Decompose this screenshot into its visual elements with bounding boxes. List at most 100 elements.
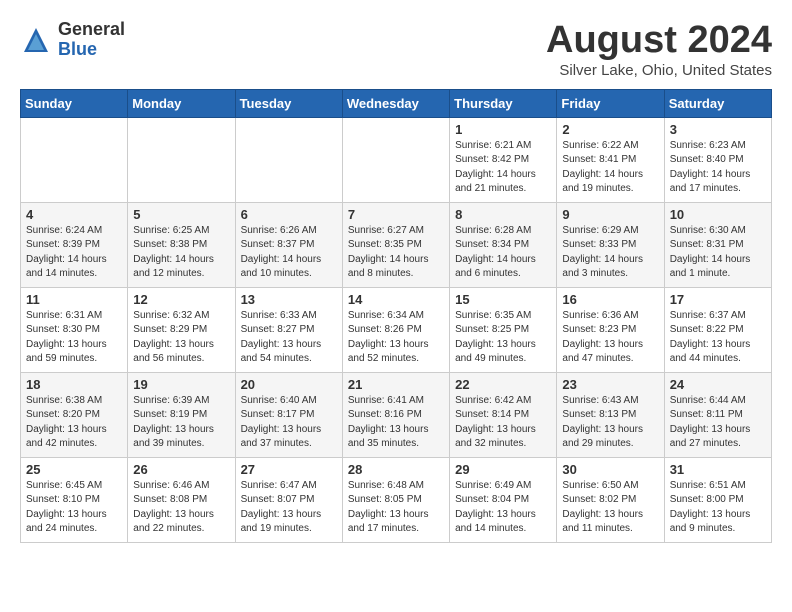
day-info: Sunrise: 6:23 AMSunset: 8:40 PMDaylight:… [670, 139, 766, 197]
day-info: Sunrise: 6:42 AMSunset: 8:14 PMDaylight:… [455, 394, 551, 452]
day-info: Sunrise: 6:49 AMSunset: 8:04 PMDaylight:… [455, 479, 551, 537]
day-number: 1 [455, 122, 551, 137]
day-info: Sunrise: 6:47 AMSunset: 8:07 PMDaylight:… [241, 479, 337, 537]
day-number: 9 [562, 207, 658, 222]
day-info: Sunrise: 6:38 AMSunset: 8:20 PMDaylight:… [26, 394, 122, 452]
calendar-cell: 17Sunrise: 6:37 AMSunset: 8:22 PMDayligh… [664, 287, 771, 372]
day-number: 26 [133, 462, 229, 477]
logo-blue: Blue [58, 40, 125, 60]
calendar-cell: 20Sunrise: 6:40 AMSunset: 8:17 PMDayligh… [235, 372, 342, 457]
calendar-week-row: 1 Sunrise: 6:21 AMSunset: 8:42 PMDaylight… [21, 117, 772, 202]
calendar-cell: 24Sunrise: 6:44 AMSunset: 8:11 PMDayligh… [664, 372, 771, 457]
weekday-header: Monday [128, 89, 235, 117]
calendar-cell: 5 Sunrise: 6:25 AMSunset: 8:38 PMDaylight… [128, 202, 235, 287]
day-info: Sunrise: 6:29 AMSunset: 8:33 PMDaylight:… [562, 224, 658, 282]
weekday-header: Saturday [664, 89, 771, 117]
calendar-cell: 23 Sunrise: 6:43 AMSunset: 8:13 PMDayligh… [557, 372, 664, 457]
calendar-week-row: 4 Sunrise: 6:24 AMSunset: 8:39 PMDaylight… [21, 202, 772, 287]
day-info: Sunrise: 6:31 AMSunset: 8:30 PMDaylight:… [26, 309, 122, 367]
day-info: Sunrise: 6:22 AMSunset: 8:41 PMDaylight:… [562, 139, 658, 197]
calendar-cell: 13 Sunrise: 6:33 AMSunset: 8:27 PMDayligh… [235, 287, 342, 372]
calendar-cell: 12Sunrise: 6:32 AMSunset: 8:29 PMDayligh… [128, 287, 235, 372]
logo-general: General [58, 20, 125, 40]
calendar-cell: 11 Sunrise: 6:31 AMSunset: 8:30 PMDayligh… [21, 287, 128, 372]
day-info: Sunrise: 6:48 AMSunset: 8:05 PMDaylight:… [348, 479, 444, 537]
calendar-cell: 9 Sunrise: 6:29 AMSunset: 8:33 PMDaylight… [557, 202, 664, 287]
day-number: 7 [348, 207, 444, 222]
day-info: Sunrise: 6:28 AMSunset: 8:34 PMDaylight:… [455, 224, 551, 282]
day-info: Sunrise: 6:45 AMSunset: 8:10 PMDaylight:… [26, 479, 122, 537]
weekday-header: Friday [557, 89, 664, 117]
day-info: Sunrise: 6:51 AMSunset: 8:00 PMDaylight:… [670, 479, 766, 537]
day-number: 23 [562, 377, 658, 392]
day-number: 6 [241, 207, 337, 222]
day-number: 16 [562, 292, 658, 307]
calendar-week-row: 11 Sunrise: 6:31 AMSunset: 8:30 PMDayligh… [21, 287, 772, 372]
calendar-cell: 18 Sunrise: 6:38 AMSunset: 8:20 PMDayligh… [21, 372, 128, 457]
calendar-cell: 16Sunrise: 6:36 AMSunset: 8:23 PMDayligh… [557, 287, 664, 372]
day-info: Sunrise: 6:43 AMSunset: 8:13 PMDaylight:… [562, 394, 658, 452]
calendar-cell: 3 Sunrise: 6:23 AMSunset: 8:40 PMDaylight… [664, 117, 771, 202]
calendar-cell: 2Sunrise: 6:22 AMSunset: 8:41 PMDaylight… [557, 117, 664, 202]
calendar-cell: 30Sunrise: 6:50 AMSunset: 8:02 PMDayligh… [557, 457, 664, 542]
day-number: 8 [455, 207, 551, 222]
day-info: Sunrise: 6:37 AMSunset: 8:22 PMDaylight:… [670, 309, 766, 367]
calendar-cell [128, 117, 235, 202]
day-number: 20 [241, 377, 337, 392]
day-number: 13 [241, 292, 337, 307]
day-info: Sunrise: 6:24 AMSunset: 8:39 PMDaylight:… [26, 224, 122, 282]
page-header: General Blue August 2024 Silver Lake, Oh… [20, 20, 772, 79]
day-number: 30 [562, 462, 658, 477]
day-info: Sunrise: 6:46 AMSunset: 8:08 PMDaylight:… [133, 479, 229, 537]
weekday-header: Wednesday [342, 89, 449, 117]
calendar-cell: 15Sunrise: 6:35 AMSunset: 8:25 PMDayligh… [450, 287, 557, 372]
day-info: Sunrise: 6:27 AMSunset: 8:35 PMDaylight:… [348, 224, 444, 282]
day-number: 12 [133, 292, 229, 307]
day-number: 21 [348, 377, 444, 392]
month-title: August 2024 [546, 20, 772, 62]
location: Silver Lake, Ohio, United States [546, 62, 772, 79]
day-number: 31 [670, 462, 766, 477]
logo-text: General Blue [58, 20, 125, 60]
day-number: 11 [26, 292, 122, 307]
calendar-week-row: 25 Sunrise: 6:45 AMSunset: 8:10 PMDayligh… [21, 457, 772, 542]
calendar: SundayMondayTuesdayWednesdayThursdayFrid… [20, 89, 772, 543]
day-number: 18 [26, 377, 122, 392]
day-number: 19 [133, 377, 229, 392]
day-info: Sunrise: 6:33 AMSunset: 8:27 PMDaylight:… [241, 309, 337, 367]
title-block: August 2024 Silver Lake, Ohio, United St… [546, 20, 772, 79]
calendar-cell: 10 Sunrise: 6:30 AMSunset: 8:31 PMDayligh… [664, 202, 771, 287]
day-info: Sunrise: 6:34 AMSunset: 8:26 PMDaylight:… [348, 309, 444, 367]
calendar-week-row: 18 Sunrise: 6:38 AMSunset: 8:20 PMDayligh… [21, 372, 772, 457]
logo-icon [20, 24, 52, 56]
calendar-cell [21, 117, 128, 202]
calendar-cell: 14Sunrise: 6:34 AMSunset: 8:26 PMDayligh… [342, 287, 449, 372]
day-info: Sunrise: 6:39 AMSunset: 8:19 PMDaylight:… [133, 394, 229, 452]
day-number: 4 [26, 207, 122, 222]
day-number: 25 [26, 462, 122, 477]
day-info: Sunrise: 6:26 AMSunset: 8:37 PMDaylight:… [241, 224, 337, 282]
weekday-header: Tuesday [235, 89, 342, 117]
day-number: 28 [348, 462, 444, 477]
calendar-cell: 26 Sunrise: 6:46 AMSunset: 8:08 PMDayligh… [128, 457, 235, 542]
calendar-cell [342, 117, 449, 202]
calendar-cell: 22Sunrise: 6:42 AMSunset: 8:14 PMDayligh… [450, 372, 557, 457]
calendar-cell: 28 Sunrise: 6:48 AMSunset: 8:05 PMDayligh… [342, 457, 449, 542]
day-info: Sunrise: 6:30 AMSunset: 8:31 PMDaylight:… [670, 224, 766, 282]
day-info: Sunrise: 6:25 AMSunset: 8:38 PMDaylight:… [133, 224, 229, 282]
calendar-cell: 25 Sunrise: 6:45 AMSunset: 8:10 PMDayligh… [21, 457, 128, 542]
calendar-cell [235, 117, 342, 202]
calendar-cell: 27Sunrise: 6:47 AMSunset: 8:07 PMDayligh… [235, 457, 342, 542]
day-number: 10 [670, 207, 766, 222]
day-info: Sunrise: 6:21 AMSunset: 8:42 PMDaylight:… [455, 139, 551, 197]
day-number: 5 [133, 207, 229, 222]
weekday-header-row: SundayMondayTuesdayWednesdayThursdayFrid… [21, 89, 772, 117]
day-number: 29 [455, 462, 551, 477]
calendar-cell: 6 Sunrise: 6:26 AMSunset: 8:37 PMDaylight… [235, 202, 342, 287]
calendar-cell: 7 Sunrise: 6:27 AMSunset: 8:35 PMDaylight… [342, 202, 449, 287]
day-number: 3 [670, 122, 766, 137]
calendar-cell: 8 Sunrise: 6:28 AMSunset: 8:34 PMDaylight… [450, 202, 557, 287]
calendar-cell: 21Sunrise: 6:41 AMSunset: 8:16 PMDayligh… [342, 372, 449, 457]
calendar-cell: 31 Sunrise: 6:51 AMSunset: 8:00 PMDayligh… [664, 457, 771, 542]
day-number: 24 [670, 377, 766, 392]
